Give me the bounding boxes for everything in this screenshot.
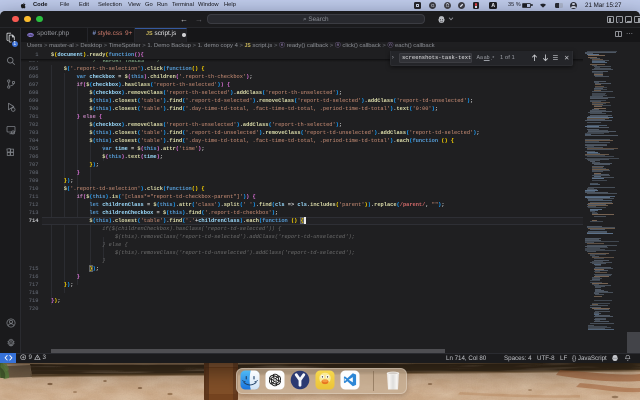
svg-text:php: php [28,32,33,36]
